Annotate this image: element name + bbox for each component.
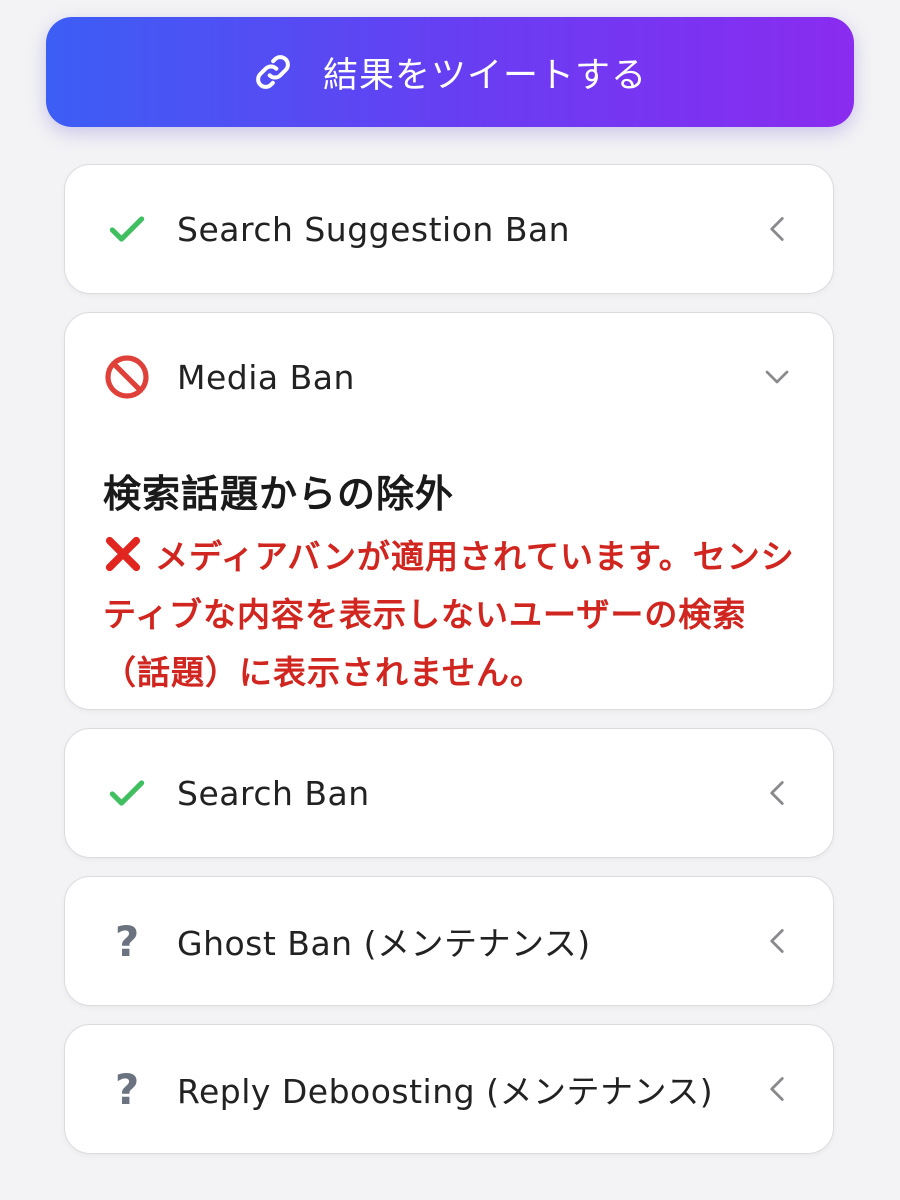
check-card-header[interactable]: ? Ghost Ban (メンテナンス)	[65, 877, 833, 1005]
check-title: Reply Deboosting (メンテナンス)	[177, 1072, 714, 1111]
check-card-header[interactable]: Search Ban	[65, 729, 833, 857]
detail-text-block: メディアバンが適用されています。センシティブな内容を表示しないユーザーの検索（話…	[103, 528, 803, 702]
prohibited-icon	[101, 351, 153, 403]
check-card-header[interactable]: Search Suggestion Ban	[65, 165, 833, 293]
chevron-down-icon[interactable]	[763, 363, 791, 391]
check-card-reply-deboosting: ? Reply Deboosting (メンテナンス)	[64, 1024, 834, 1154]
tweet-result-label: 結果をツイートする	[322, 55, 647, 96]
check-title: Search Ban	[177, 773, 370, 813]
chevron-left-icon[interactable]	[763, 779, 791, 807]
question-icon: ?	[114, 1064, 140, 1114]
chevron-left-icon[interactable]	[763, 927, 791, 955]
check-card-header[interactable]: ? Reply Deboosting (メンテナンス)	[65, 1025, 833, 1153]
cross-mark-icon	[103, 534, 143, 574]
check-title: Media Ban	[177, 357, 355, 397]
chevron-left-icon[interactable]	[763, 1075, 791, 1103]
check-card-media-ban: Media Ban 検索話題からの除外 メディアバンが適用されています。センシテ…	[64, 312, 834, 710]
check-title: Search Suggestion Ban	[177, 209, 571, 249]
detail-heading: 検索話題からの除外	[103, 472, 455, 516]
check-card-search-suggestion-ban: Search Suggestion Ban	[64, 164, 834, 294]
media-ban-detail: 検索話題からの除外 メディアバンが適用されています。センシティブな内容を表示しな…	[103, 463, 803, 702]
shadowban-result-page: 結果をツイートする Search Suggestion Ban Media Ba…	[0, 0, 900, 1200]
link-icon	[253, 52, 293, 92]
check-card-header[interactable]: Media Ban	[65, 313, 833, 441]
chevron-left-icon[interactable]	[763, 215, 791, 243]
check-title: Ghost Ban (メンテナンス)	[177, 924, 591, 963]
check-icon	[101, 767, 153, 819]
detail-text: メディアバンが適用されています。センシティブな内容を表示しないユーザーの検索（話…	[103, 537, 795, 692]
check-icon	[101, 203, 153, 255]
check-card-search-ban: Search Ban	[64, 728, 834, 858]
check-card-ghost-ban: ? Ghost Ban (メンテナンス)	[64, 876, 834, 1006]
tweet-result-button[interactable]: 結果をツイートする	[46, 17, 854, 127]
question-icon: ?	[114, 916, 140, 966]
